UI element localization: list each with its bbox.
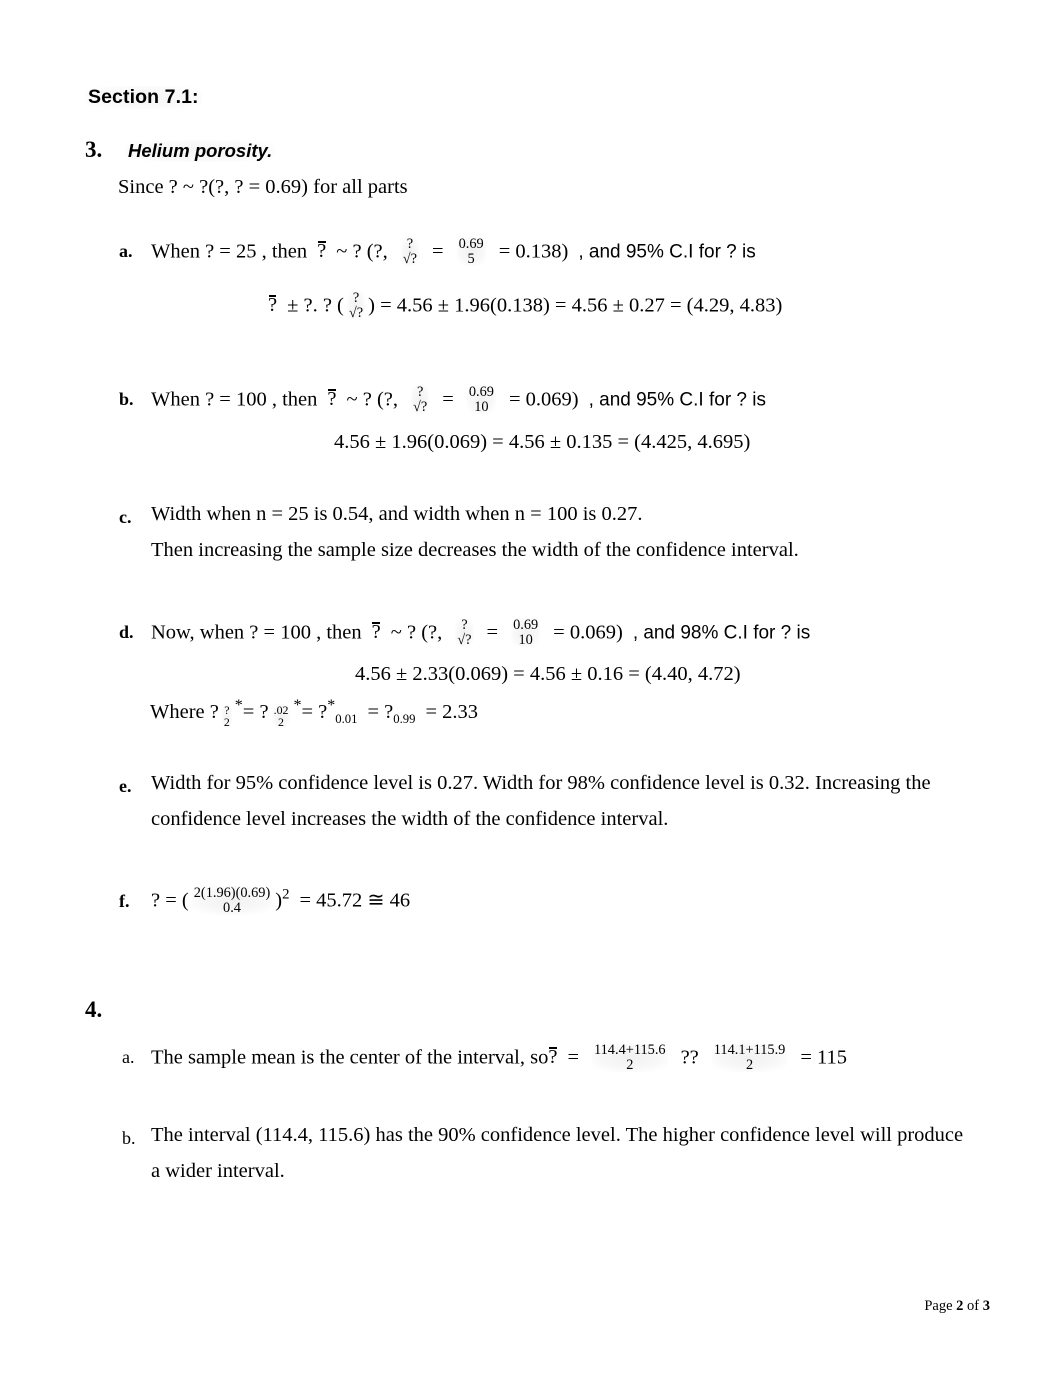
problem-4-number: 4. xyxy=(85,997,103,1022)
star-superscript-1: * xyxy=(234,697,243,714)
fraction-sigma-sqrtn-3a-line2: ? √? xyxy=(346,290,366,321)
item-label-3a: a. xyxy=(119,241,133,261)
item-label-4b: b. xyxy=(122,1128,136,1148)
item-label-3d: d. xyxy=(119,622,134,642)
xbar-3b: ? xyxy=(327,388,337,411)
footer-middle: of xyxy=(963,1298,983,1314)
fraction-sigma-sqrtn-3b: ? √? xyxy=(411,384,430,415)
text-3b-mid: ~ ? (?, xyxy=(346,388,399,411)
fraction-069-10-3d: 0.69 10 xyxy=(511,617,541,648)
where-equals-1: = ? xyxy=(242,700,269,723)
fraction-069-5-3a: 0.69 5 xyxy=(456,236,486,267)
text-3f-post: = 45.72 ≅ 46 xyxy=(299,889,411,912)
where-equals-2: = ? xyxy=(301,700,328,723)
equals-3b-1: = xyxy=(442,388,454,411)
problem-3d-line2: 4.56 ± 2.33(0.069) = 4.56 ± 0.16 = (4.40… xyxy=(355,663,741,685)
problem-3b-line2: 4.56 ± 1.96(0.069) = 4.56 ± 0.135 = (4.4… xyxy=(334,431,751,453)
xbar-4a: ? xyxy=(548,1046,558,1069)
document-page: Section 7.1: 3. Helium porosity. Since ?… xyxy=(0,0,1062,1377)
result-3b-1: = 0.069) xyxy=(508,388,579,411)
text-4a-pre: The sample mean is the center of the int… xyxy=(151,1046,549,1069)
section-heading: Section 7.1: xyxy=(85,86,202,109)
problem-3f-line: ? = (2(1.96)(0.69) 0.4)2 = 45.72 ≅ 46 xyxy=(151,885,411,916)
text-3d-mid: ~ ? (?, xyxy=(390,621,443,644)
fraction-1141-1159-over-2: 114.1+115.9 2 xyxy=(711,1042,788,1073)
text-3a-line2-pre: ± ?. ? ( xyxy=(287,294,344,317)
text-3d-pre: Now, when ? = 100 , then xyxy=(151,621,362,644)
problem-3b-line1: When ? = 100 , then? ~ ? (?, ? √? = 0.69 10 = 0… xyxy=(151,384,766,415)
item-label-4a: a. xyxy=(122,1047,135,1067)
fraction-sigma-sqrtn-3a: ? √? xyxy=(400,236,420,267)
problem-4a-line: The sample mean is the center of the int… xyxy=(151,1042,848,1073)
where-equals-4: = 2.33 xyxy=(425,700,479,723)
text-3d-post: , and 98% C.I for ? is xyxy=(632,622,811,644)
where-equals-3: = ? xyxy=(367,700,394,723)
fraction-069-10-3b: 0.69 10 xyxy=(466,384,496,415)
result-3a-1: = 0.138) xyxy=(498,240,569,263)
fraction-2-196-069-over-04: 2(1.96)(0.69) 0.4 xyxy=(191,885,273,916)
equals-4a-1: = xyxy=(567,1046,579,1069)
item-label-3b: b. xyxy=(119,389,134,409)
text-3a-pre: When ? = 25 , then xyxy=(151,240,308,263)
problem-3c-line2: Then increasing the sample size decrease… xyxy=(151,539,799,561)
problem-3e-line2: confidence level increases the width of … xyxy=(151,808,669,830)
problem-3a-line2: ? ± ?. ? (? √?) = 4.56 ± 1.96(0.138) = 4.5… xyxy=(268,290,783,321)
problem-3-given: Since ? ~ ?(?, ? = 0.69) for all parts xyxy=(118,176,408,198)
equals-3a-1: = xyxy=(432,240,444,263)
subscript-alpha-over-2: ? 2 xyxy=(221,703,232,730)
fraction-sigma-sqrtn-3d: ? √? xyxy=(455,617,474,648)
problem-4b-line2: a wider interval. xyxy=(151,1160,285,1182)
xbar-3d: ? xyxy=(371,621,381,644)
problem-4b-line1: The interval (114.4, 115.6) has the 90% … xyxy=(151,1124,964,1146)
text-3b-post: , and 95% C.I for ? is xyxy=(588,389,766,411)
result-3d-1: = 0.069) xyxy=(553,621,623,644)
problem-3-number: 3. xyxy=(85,137,103,162)
problem-3d-where-line: Where ?? 2 *= ? .02 2 *= ?*0.01 = ?0.99 = 2.33 xyxy=(150,698,479,730)
problem-3d-line1: Now, when ? = 100 , then? ~ ? (?, ? √? = 0.69… xyxy=(151,617,811,648)
footer-prefix: Page xyxy=(924,1298,957,1314)
subscript-02-over-2: .02 2 xyxy=(271,703,291,730)
result-4a: = 115 xyxy=(800,1046,848,1069)
item-label-3f: f. xyxy=(119,891,130,911)
footer-total-pages: 3 xyxy=(982,1298,990,1314)
text-3a-line2-post: ) = 4.56 ± 1.96(0.138) = 4.56 ± 0.27 = (… xyxy=(368,294,783,317)
text-4a-mid: ?? xyxy=(680,1046,699,1069)
subscript-001: 0.01 xyxy=(335,711,358,726)
where-text: Where ? xyxy=(150,700,219,723)
text-3a-post: , and 95% C.I for ? is xyxy=(578,241,756,263)
problem-3e-line1: Width for 95% confidence level is 0.27. … xyxy=(151,772,931,794)
xbar-3a-line2: ? xyxy=(268,294,278,317)
exponent-2: 2 xyxy=(282,886,290,903)
page-footer: Page 2 of 3 xyxy=(924,1298,990,1315)
text-3a-mid: ~ ? (?, xyxy=(336,240,388,263)
text-3f-pre: ? = ( xyxy=(151,889,189,912)
text-3b-pre: When ? = 100 , then xyxy=(151,388,318,411)
problem-3a-line1: When ? = 25 , then? ~ ? (?, ? √? = 0.69 5 = 0.1… xyxy=(151,236,756,267)
item-label-3e: e. xyxy=(119,776,132,796)
xbar-3a: ? xyxy=(317,240,327,263)
fraction-1144-1156-over-2: 114.4+115.6 2 xyxy=(592,1042,668,1073)
equals-3d-1: = xyxy=(486,621,499,644)
problem-3-title: Helium porosity. xyxy=(125,140,276,162)
problem-3c-line1: Width when n = 25 is 0.54, and width whe… xyxy=(151,503,643,525)
subscript-099: 0.99 xyxy=(393,711,416,726)
item-label-3c: c. xyxy=(119,507,132,527)
